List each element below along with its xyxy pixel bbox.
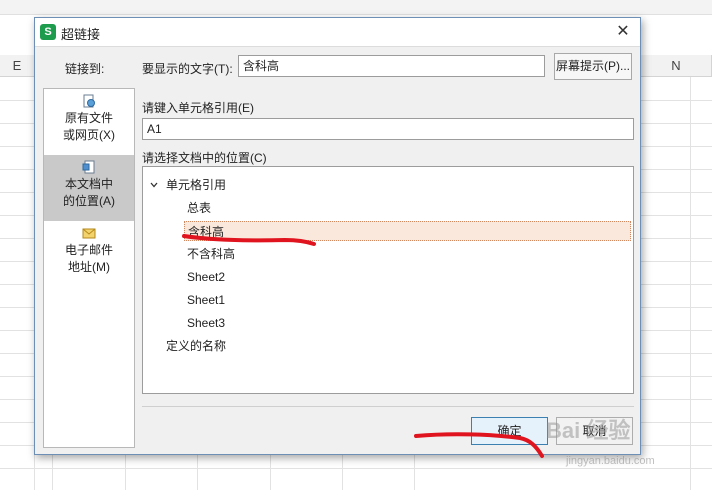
link-type-sidebar: 原有文件 或网页(X) 本文档中 的位置(A) 电子邮件 地址(M) [43, 88, 135, 448]
tree-item-sheet[interactable]: 不含科高 [187, 244, 235, 264]
column-header-e[interactable]: E [0, 55, 35, 77]
chevron-down-icon[interactable] [149, 180, 159, 190]
grid-line [0, 468, 712, 469]
grid-line [270, 455, 271, 490]
ok-button[interactable]: 确定 [471, 417, 548, 445]
grid-line [52, 455, 53, 490]
sidebar-item-existing-file[interactable]: 原有文件 或网页(X) [44, 89, 134, 155]
sidebar-item-document-location[interactable]: 本文档中 的位置(A) [44, 155, 134, 221]
tree-item-sheet[interactable]: Sheet1 [187, 290, 225, 310]
wps-spreadsheet-icon: S [40, 24, 56, 40]
location-tree: 单元格引用 总表 含科高 不含科高 Sheet2 Sheet1 Sheet3 定… [142, 166, 634, 394]
sidebar-item-label: 原有文件 或网页(X) [63, 111, 115, 142]
tree-group-cell-reference[interactable]: 单元格引用 [166, 175, 226, 195]
column-n-label: N [671, 58, 681, 73]
sidebar-item-email[interactable]: 电子邮件 地址(M) [44, 221, 134, 287]
tree-group-defined-names[interactable]: 定义的名称 [166, 336, 226, 356]
sidebar-item-label: 电子邮件 地址(M) [64, 243, 113, 274]
grid-line [197, 455, 198, 490]
display-text-label: 要显示的文字(T): [142, 62, 233, 76]
formula-bar-strip [0, 0, 712, 15]
screen-tip-button[interactable]: 屏幕提示(P)... [554, 53, 632, 80]
document-location-label: 请选择文档中的位置(C) [142, 151, 267, 165]
document-location-icon [82, 160, 95, 174]
email-icon [82, 228, 96, 239]
link-to-label: 链接到: [65, 62, 105, 76]
footer-divider [142, 406, 634, 407]
tree-item-sheet[interactable]: Sheet2 [187, 267, 225, 287]
column-e-label: E [12, 58, 22, 73]
cell-reference-field[interactable]: A1 [142, 118, 634, 140]
column-header-n[interactable]: N [641, 55, 712, 77]
file-web-icon [83, 94, 95, 108]
close-button[interactable]: ✕ [612, 21, 634, 43]
cell-reference-label: 请键入单元格引用(E) [142, 101, 254, 115]
grid-line [414, 455, 415, 490]
close-icon: ✕ [616, 23, 630, 40]
dialog-title: 超链接 [61, 27, 101, 42]
grid-line [125, 455, 126, 490]
tree-item-sheet[interactable]: Sheet3 [187, 313, 225, 333]
cancel-button[interactable]: 取消 [556, 417, 633, 445]
hyperlink-dialog: S 超链接 ✕ 链接到: 原有文件 或网页(X) 本文档中 的位置(A) 电子邮… [34, 17, 641, 455]
tree-item-sheet-selected[interactable]: 含科高 [184, 221, 631, 241]
display-text-field[interactable]: 含科高 [238, 55, 545, 77]
dialog-titlebar[interactable]: S 超链接 ✕ [35, 18, 640, 47]
tree-item-sheet[interactable]: 总表 [187, 198, 211, 218]
sidebar-item-label: 本文档中 的位置(A) [63, 177, 115, 208]
grid-line [342, 455, 343, 490]
